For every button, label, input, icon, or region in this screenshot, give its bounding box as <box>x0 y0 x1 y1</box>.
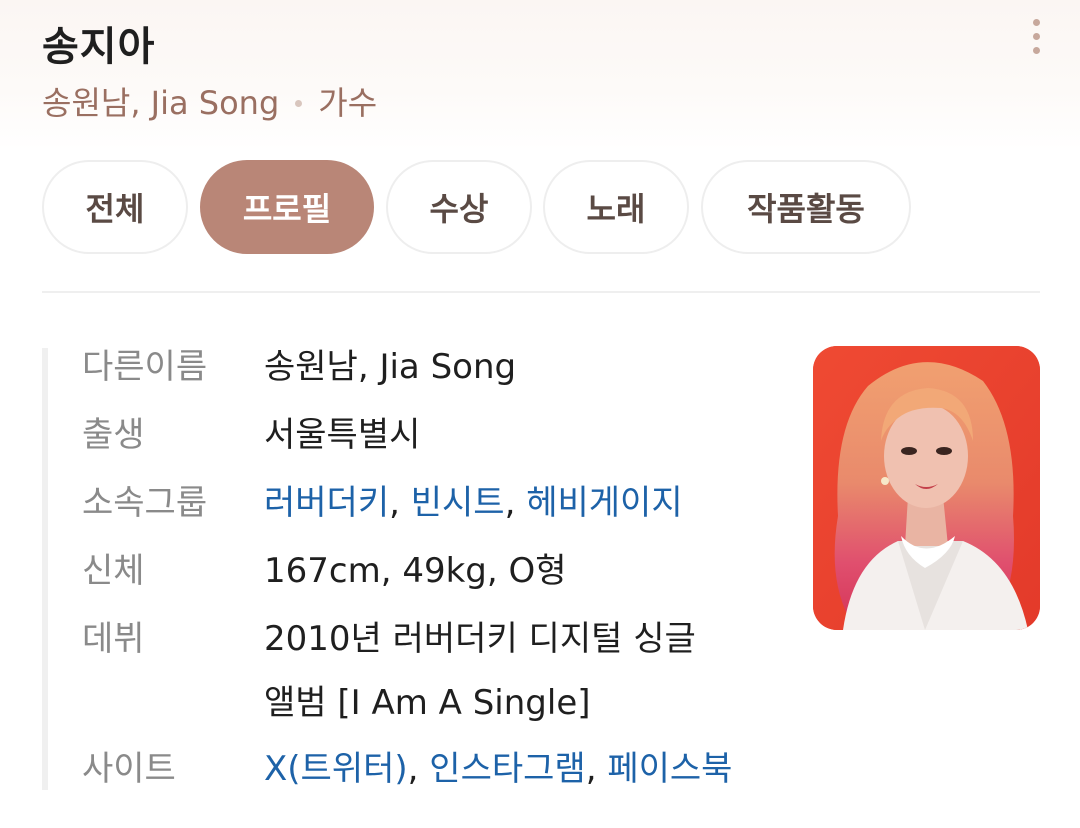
occupation-text: 가수 <box>318 84 378 122</box>
info-value: 러버더키, 빈시트, 헤비게이지 <box>264 470 683 536</box>
info-label: 출생 <box>82 415 145 455</box>
group-link-bin-seat[interactable]: 빈시트 <box>411 483 505 523</box>
separator: , <box>585 749 597 789</box>
aliases-text: 송원남, Jia Song <box>42 84 280 122</box>
info-side-bar <box>42 348 48 790</box>
tab-all[interactable]: 전체 <box>42 160 188 254</box>
info-value: 송원남, Jia Song <box>264 347 517 387</box>
info-label: 사이트 <box>82 749 176 789</box>
header-background <box>0 0 1080 150</box>
more-vertical-icon[interactable] <box>1018 16 1054 56</box>
subtitle: 송원남, Jia Song 가수 <box>42 78 377 124</box>
tab-songs[interactable]: 노래 <box>543 160 689 254</box>
info-value: 서울특별시 <box>264 415 421 455</box>
tab-awards[interactable]: 수상 <box>386 160 532 254</box>
divider <box>42 291 1040 293</box>
info-value: 앨범 [I Am A Single] <box>264 683 591 723</box>
info-value: 2010년 러버더키 디지털 싱글 <box>264 619 696 659</box>
info-value: X(트위터), 인스타그램, 페이스북 <box>264 736 732 802</box>
info-label: 데뷔 <box>82 619 145 659</box>
info-value: 167cm, 49kg, O형 <box>264 551 567 591</box>
profile-photo-image <box>813 346 1040 630</box>
tab-profile[interactable]: 프로필 <box>200 160 374 254</box>
info-label: 신체 <box>82 551 145 591</box>
page-title: 송지아 <box>42 24 156 70</box>
profile-photo[interactable] <box>813 346 1040 630</box>
profile-card: 송지아 송원남, Jia Song 가수 전체 프로필 수상 노래 작품활동 다른… <box>0 0 1080 828</box>
site-link-facebook[interactable]: 페이스북 <box>607 749 732 789</box>
site-link-instagram[interactable]: 인스타그램 <box>429 749 585 789</box>
separator: , <box>504 483 516 523</box>
separator-dot <box>295 99 303 107</box>
separator: , <box>407 749 419 789</box>
group-link-rubber-duckie[interactable]: 러버더키 <box>264 483 389 523</box>
site-link-x[interactable]: X(트위터) <box>264 749 408 789</box>
info-label: 소속그룹 <box>82 483 208 523</box>
group-link-heavy-gauge[interactable]: 헤비게이지 <box>526 483 682 523</box>
separator: , <box>389 483 400 523</box>
info-label: 다른이름 <box>82 347 208 387</box>
tab-works[interactable]: 작품활동 <box>701 160 911 254</box>
